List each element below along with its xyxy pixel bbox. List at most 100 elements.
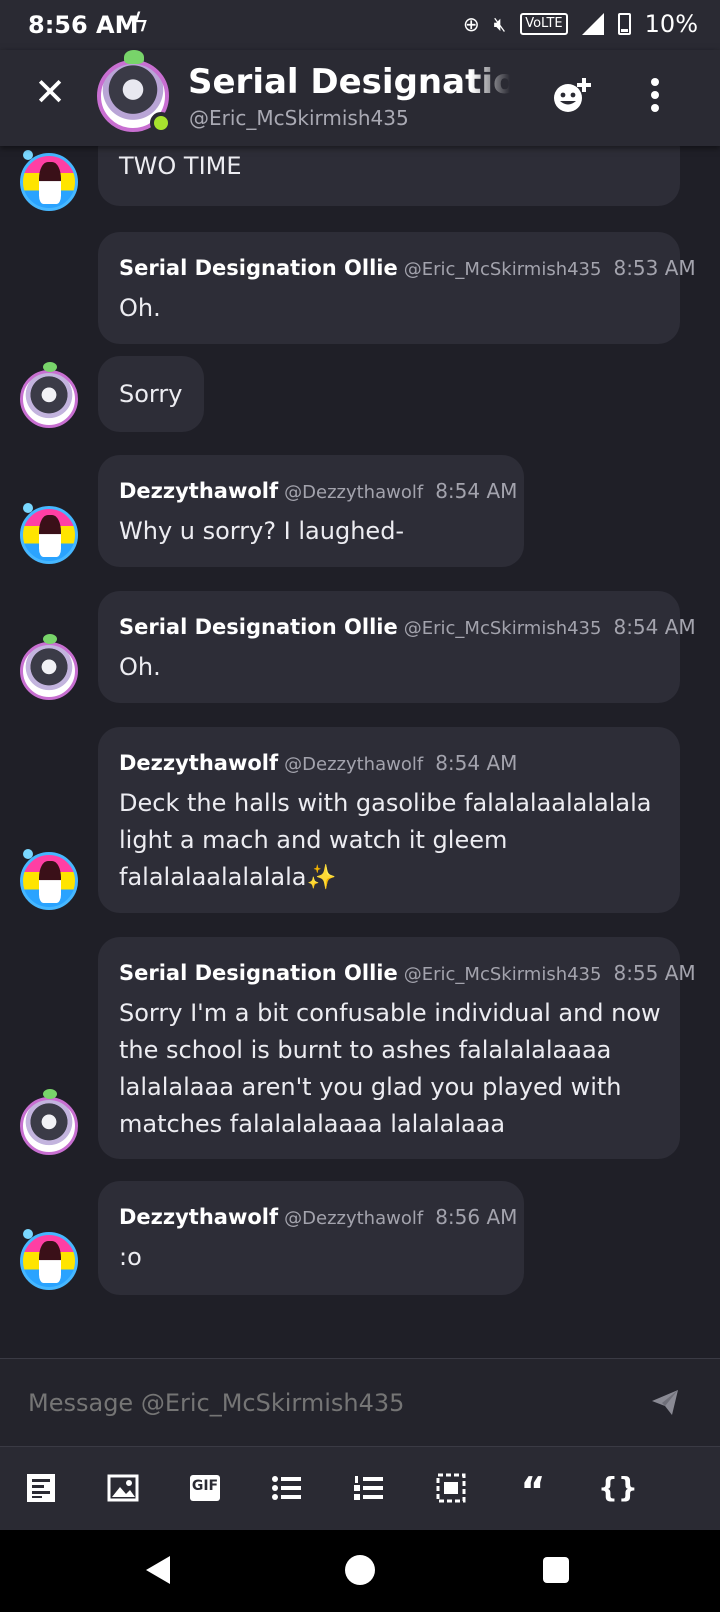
message-meta: Serial Designation Ollie @Eric_McSkirmish… (119, 615, 696, 639)
send-button[interactable] (650, 1387, 680, 1417)
message-bubble[interactable]: Dezzythawolf @Dezzythawolf 8:56 AM :o (98, 1181, 524, 1295)
message-line: falalalaalalalala✨ (119, 863, 337, 891)
message-composer (0, 1358, 720, 1446)
message-line: Sorry I'm a bit confusable individual an… (119, 999, 661, 1027)
message-handle: @Eric_McSkirmish435 (403, 618, 602, 639)
avatar-hat (124, 50, 144, 64)
message-line: lalalalaaa aren't you glad you played wi… (119, 1073, 622, 1101)
chat-header: ✕ Serial Designation Ollie @Eric_McSkirm… (0, 50, 720, 146)
message-time: 8:54 AM (435, 479, 518, 503)
message-bubble[interactable]: Dezzythawolf @Dezzythawolf 8:54 AM Why u s… (98, 455, 524, 567)
message-bubble[interactable]: Dezzythawolf @Dezzythawolf 8:54 AM Deck th… (98, 727, 680, 913)
close-button[interactable]: ✕ (30, 72, 70, 112)
message-text: Sorry (119, 380, 183, 408)
message-bubble[interactable]: Serial Designation Ollie @Eric_McSkirmish… (98, 232, 696, 344)
message-text: Sorry I'm a bit confusable individual an… (119, 995, 661, 1143)
spoiler-button[interactable] (434, 1471, 468, 1505)
bullet-list-button[interactable] (270, 1471, 304, 1505)
status-bar: 8:56 AM ϟ ⊕ 🔇︎ VoLTE 10% (0, 0, 720, 50)
message-list[interactable]: TWO TIME Serial Designation Ollie @Eric_M… (0, 146, 720, 1358)
recent-apps-icon[interactable] (543, 1557, 569, 1583)
message-text: Oh. (119, 653, 161, 681)
message-text: Why u sorry? I laughed- (119, 517, 405, 545)
battery-percent: 10% (644, 10, 698, 38)
system-nav-bar (0, 1530, 720, 1612)
message-handle: @Dezzythawolf (284, 754, 424, 775)
message-text: TWO TIME (119, 152, 242, 180)
message-avatar[interactable] (20, 1229, 78, 1290)
message-line: the school is burnt to ashes falalalalaa… (119, 1036, 612, 1064)
message-avatar[interactable] (20, 150, 78, 211)
message-text: :o (119, 1243, 142, 1271)
online-status-dot (150, 112, 172, 134)
volte-badge: VoLTE (520, 13, 568, 35)
bullet-list-icon (272, 1476, 301, 1500)
rich-text-icon (27, 1474, 55, 1502)
message-time: 8:56 AM (435, 1205, 518, 1229)
status-icons: ⊕ 🔇︎ VoLTE 10% (463, 10, 698, 38)
message-handle: @Dezzythawolf (284, 1208, 424, 1229)
message-author[interactable]: Serial Designation Ollie (119, 961, 398, 985)
message-text: Oh. (119, 294, 161, 322)
code-button[interactable]: {} (598, 1471, 638, 1505)
more-vertical-icon (651, 78, 659, 112)
message-author[interactable]: Dezzythawolf (119, 1205, 278, 1229)
page-title[interactable]: Serial Designation Ollie (188, 62, 510, 106)
message-meta: Serial Designation Ollie @Eric_McSkirmish… (119, 256, 696, 280)
status-time: 8:56 AM (28, 11, 139, 39)
numbered-list-icon (354, 1476, 383, 1500)
bolt-icon: ϟ (132, 8, 150, 38)
message-bubble[interactable]: Sorry (98, 356, 204, 432)
image-icon (107, 1474, 139, 1502)
send-icon (652, 1390, 678, 1415)
message-bubble[interactable]: Serial Designation Ollie @Eric_McSkirmish… (98, 591, 696, 703)
message-meta: Dezzythawolf @Dezzythawolf 8:56 AM (119, 1205, 517, 1229)
home-icon[interactable] (345, 1555, 375, 1585)
message-text: Deck the halls with gasolibe falalalaala… (119, 785, 652, 896)
gif-label: GIF (191, 1478, 219, 1494)
message-time: 8:54 AM (435, 751, 518, 775)
image-button[interactable] (106, 1471, 140, 1505)
message-author[interactable]: Serial Designation Ollie (119, 615, 398, 639)
more-options-button[interactable] (640, 72, 670, 118)
page-subtitle: @Eric_McSkirmish435 (189, 106, 409, 130)
rich-text-button[interactable] (24, 1471, 58, 1505)
message-line: matches falalalalaaaa lalalalaaa (119, 1110, 506, 1138)
quote-button[interactable]: “ (516, 1471, 550, 1511)
message-bubble[interactable]: Serial Designation Ollie @Eric_McSkirmish… (98, 937, 696, 1159)
spoiler-icon (436, 1473, 466, 1503)
message-line: Deck the halls with gasolibe falalalaala… (119, 789, 652, 817)
message-author[interactable]: Serial Designation Ollie (119, 256, 398, 280)
message-avatar[interactable] (20, 849, 78, 910)
message-meta: Dezzythawolf @Dezzythawolf 8:54 AM (119, 751, 517, 775)
message-line: light a mach and watch it gleem (119, 826, 508, 854)
message-input[interactable] (28, 1381, 628, 1425)
message-handle: @Eric_McSkirmish435 (403, 964, 602, 985)
code-icon: {} (598, 1471, 638, 1504)
gif-button[interactable]: GIF (188, 1471, 222, 1505)
add-reaction-button[interactable] (548, 74, 598, 118)
message-handle: @Dezzythawolf (284, 482, 424, 503)
formatting-toolbar: GIF “ {} (0, 1446, 720, 1530)
message-time: 8:53 AM (613, 256, 696, 280)
message-avatar[interactable] (20, 1089, 78, 1155)
quote-icon: “ (520, 1469, 546, 1513)
mute-icon: 🔇︎ (493, 12, 507, 36)
signal-icon (581, 13, 604, 35)
message-meta: Serial Designation Ollie @Eric_McSkirmish… (119, 961, 696, 985)
message-bubble[interactable]: TWO TIME (98, 146, 680, 206)
message-avatar[interactable] (20, 634, 78, 700)
data-saver-icon: ⊕ (462, 12, 480, 36)
message-handle: @Eric_McSkirmish435 (403, 259, 602, 280)
message-author[interactable]: Dezzythawolf (119, 479, 278, 503)
message-meta: Dezzythawolf @Dezzythawolf 8:54 AM (119, 479, 517, 503)
back-icon[interactable] (146, 1556, 170, 1584)
battery-icon (617, 13, 631, 35)
message-time: 8:55 AM (613, 961, 696, 985)
message-author[interactable]: Dezzythawolf (119, 751, 278, 775)
message-avatar[interactable] (20, 362, 78, 428)
message-time: 8:54 AM (613, 615, 696, 639)
numbered-list-button[interactable] (352, 1471, 386, 1505)
add-emoji-icon (554, 78, 591, 112)
message-avatar[interactable] (20, 503, 78, 564)
